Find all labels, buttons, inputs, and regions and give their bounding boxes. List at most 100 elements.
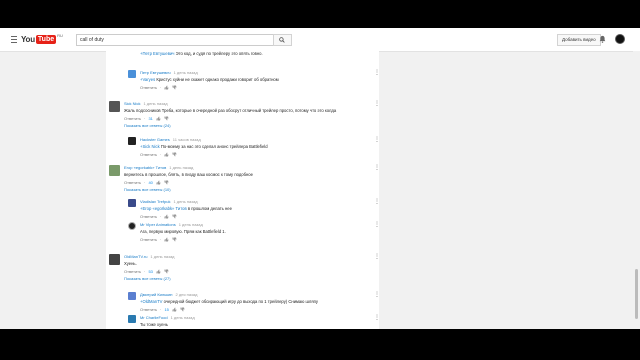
show-replies-link[interactable]: Показать все ответы (10) (124, 187, 171, 192)
comment-menu-icon[interactable]: ⋮ (374, 315, 380, 321)
comment-text: +Varyes Кристус хуйни не скажет однако п… (140, 77, 279, 82)
scrollbar-thumb[interactable] (635, 269, 638, 319)
comment-timestamp[interactable]: 2 дня назад (176, 292, 198, 297)
comment-timestamp[interactable]: 1 день назад (173, 199, 197, 204)
comment-author-link[interactable]: Vladislav Trefpuk (140, 199, 170, 204)
thumbs-up-icon[interactable] (164, 85, 169, 90)
thumbs-up-icon[interactable] (164, 214, 169, 219)
comment-avatar[interactable] (128, 137, 136, 145)
comment-author-link[interactable]: Mr CharlieFood (140, 315, 168, 320)
comment-timestamp[interactable]: 1 день назад (179, 222, 203, 227)
comment-author-link[interactable]: Дмитрий Килькин (140, 292, 173, 297)
reply-link[interactable]: Ответить (140, 85, 157, 90)
comment-header: Егор «egorkabk» Титов 1 день назад (124, 165, 193, 170)
thumbs-up-icon[interactable] (156, 269, 161, 274)
like-count: 40 (148, 180, 153, 185)
like-count: 15 (164, 307, 169, 312)
comment-menu-icon[interactable]: ⋮ (374, 101, 380, 107)
comment-author-link[interactable]: OldManTV.ru (124, 254, 147, 259)
show-replies-link[interactable]: Показать все ответы (24) (124, 123, 171, 128)
comment-author-link[interactable]: Mr Viper Animations (140, 222, 176, 227)
comment-timestamp[interactable]: 1 день назад (143, 101, 167, 106)
comment-menu-icon[interactable]: ⋮ (374, 292, 380, 298)
comment-author-link[interactable]: Sick Nick (124, 101, 140, 106)
mention-link[interactable]: +Петр Евтушевич (140, 51, 174, 56)
comment-author-link[interactable]: Петр Евтушевич (140, 70, 171, 75)
search-input[interactable]: call of duty (76, 34, 275, 46)
comment-body: очередной бюджет обсирающий игру до выхо… (162, 299, 318, 304)
comment-timestamp[interactable]: 1 день назад (171, 315, 195, 320)
youtube-logo[interactable]: You Tube RU (21, 33, 63, 46)
thumbs-down-icon[interactable] (172, 214, 177, 219)
thumbs-up-icon[interactable] (156, 116, 161, 121)
comment-actions: Ответить · (140, 152, 177, 157)
add-video-button[interactable]: Добавить видео (557, 34, 601, 46)
thumbs-down-icon[interactable] (164, 180, 169, 185)
comment-timestamp[interactable]: 1 день назад (169, 165, 193, 170)
thumbs-down-icon[interactable] (164, 116, 169, 121)
thumbs-down-icon[interactable] (172, 237, 177, 242)
account-avatar[interactable] (615, 34, 625, 44)
comment-author-link[interactable]: Hackster Games (140, 137, 170, 142)
thumbs-down-icon[interactable] (172, 85, 177, 90)
reply-link[interactable]: Ответить (124, 116, 141, 121)
comment-header: Hackster Games 11 часов назад (140, 137, 201, 142)
comment-menu-icon[interactable]: ⋮ (374, 199, 380, 205)
action-separator: · (160, 214, 162, 219)
comment-menu-icon[interactable]: ⋮ (374, 165, 380, 171)
comment-avatar[interactable] (109, 254, 120, 265)
comment-avatar[interactable] (128, 199, 136, 207)
comment-menu-icon[interactable]: ⋮ (374, 222, 380, 228)
browser-viewport: You Tube RU call of duty Добавить видео … (0, 28, 640, 329)
comment-body: Ты тоже хуень (140, 322, 168, 327)
mention-link[interactable]: +Varyes (140, 77, 155, 82)
comment-actions: Ответить · (140, 85, 177, 90)
comment-timestamp[interactable]: 11 часов назад (173, 137, 201, 142)
comment-menu-icon[interactable]: ⋮ (374, 70, 380, 76)
search-button[interactable] (273, 34, 292, 46)
comment-avatar[interactable] (128, 292, 136, 300)
reply-link[interactable]: Ответить (140, 237, 157, 242)
thumbs-down-icon[interactable] (180, 307, 185, 312)
comment-menu-icon[interactable]: ⋮ (374, 254, 380, 260)
comment-avatar[interactable] (128, 70, 136, 78)
comment-header: Sick Nick 1 день назад (124, 101, 168, 106)
thumbs-up-icon[interactable] (164, 237, 169, 242)
guide-menu-icon[interactable] (11, 36, 17, 43)
thumbs-down-icon[interactable] (164, 269, 169, 274)
comment-actions: Ответить · (140, 237, 177, 242)
comment-body: вернитесь в прошлое, блять, в пизду ваш … (124, 172, 253, 177)
mention-link[interactable]: +Егор «egorkabk» Титов (140, 206, 187, 211)
action-separator: · (144, 180, 146, 185)
comment-timestamp[interactable]: 1 день назад (174, 70, 198, 75)
thumbs-up-icon[interactable] (156, 180, 161, 185)
page-scrollbar[interactable] (633, 51, 640, 329)
reply-link[interactable]: Ответить (124, 180, 141, 185)
reply-link[interactable]: Ответить (140, 152, 157, 157)
comment-actions: Ответить · 31 (124, 116, 169, 121)
comment-header: Петр Евтушевич 1 день назад (140, 70, 198, 75)
comment-author-link[interactable]: Егор «egorkabk» Титов (124, 165, 166, 170)
thumbs-up-icon[interactable] (164, 152, 169, 157)
comment-avatar[interactable] (109, 165, 120, 176)
notifications-bell-icon[interactable] (599, 35, 606, 43)
comment-menu-icon[interactable]: ⋮ (374, 137, 380, 143)
action-separator: · (160, 152, 162, 157)
action-separator: · (160, 307, 162, 312)
comment-avatar[interactable] (109, 101, 120, 112)
like-count: 31 (148, 116, 153, 121)
mention-link[interactable]: +Sick Nick (140, 144, 160, 149)
reply-link[interactable]: Ответить (140, 214, 157, 219)
comment-avatar[interactable] (128, 315, 136, 323)
comment-timestamp[interactable]: 1 день назад (150, 254, 174, 259)
mention-link[interactable]: +OldManTV (140, 299, 162, 304)
thumbs-up-icon[interactable] (172, 307, 177, 312)
comment-avatar[interactable] (128, 222, 136, 230)
comment-text: Ага, первую мировую. Прям как Battlefiel… (140, 229, 226, 234)
reply-link[interactable]: Ответить (140, 307, 157, 312)
reply-link[interactable]: Ответить (124, 269, 141, 274)
show-replies-link[interactable]: Показать все ответы (27) (124, 276, 171, 281)
thumbs-down-icon[interactable] (172, 152, 177, 157)
comment-body: Хуень. (124, 261, 137, 266)
search-icon (279, 37, 285, 43)
